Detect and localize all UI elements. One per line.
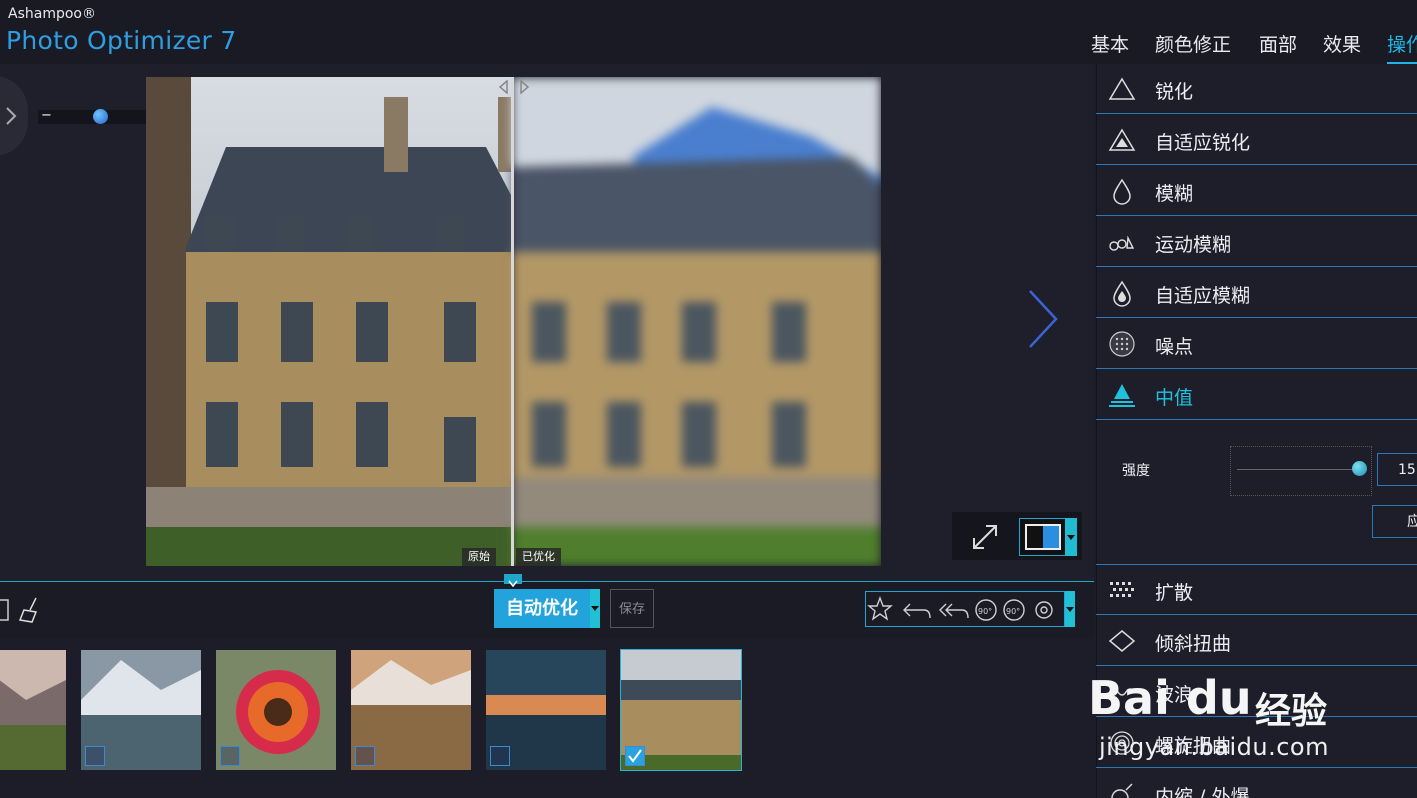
- tab-color-correction[interactable]: 颜色修正: [1155, 30, 1231, 62]
- apply-button[interactable]: 应: [1372, 505, 1417, 538]
- thumbnail[interactable]: [351, 650, 471, 770]
- thumbnail-checkbox[interactable]: [85, 746, 105, 766]
- original-photo: [146, 77, 512, 566]
- strength-slider[interactable]: [1237, 469, 1360, 470]
- op-noise[interactable]: 噪点: [1096, 319, 1417, 369]
- dropdown-arrow-icon: [1066, 607, 1074, 612]
- optimized-photo: [512, 77, 881, 566]
- fullscreen-icon[interactable]: [968, 520, 1002, 554]
- strength-label: 强度: [1122, 463, 1150, 479]
- watermark-url: jingyan.baidu.com: [1099, 733, 1329, 761]
- op-label: 锐化: [1155, 81, 1194, 103]
- strength-slider-knob[interactable]: [1352, 461, 1367, 476]
- edit-tools-group: 90° 90°: [865, 591, 1065, 627]
- op-label: 扩散: [1155, 582, 1194, 604]
- op-adaptive-blur[interactable]: 自适应模糊: [1096, 268, 1417, 318]
- op-implode[interactable]: 内缩 / 外爆: [1096, 769, 1417, 798]
- watermark-logo: Bai du: [1088, 671, 1252, 725]
- checkmark-icon: [628, 749, 642, 763]
- zoom-out-button[interactable]: −: [41, 108, 52, 123]
- op-label: 模糊: [1155, 183, 1194, 205]
- op-diffuse[interactable]: 扩散: [1096, 565, 1417, 615]
- op-motion-blur[interactable]: 运动模糊: [1096, 217, 1417, 267]
- dropdown-arrow-icon: [1067, 535, 1075, 540]
- select-all-icon[interactable]: [0, 598, 12, 622]
- save-button[interactable]: 保存: [610, 589, 654, 628]
- collapse-toggle[interactable]: [504, 574, 522, 588]
- divider-arrows-icon[interactable]: [497, 80, 531, 94]
- dropdown-arrow-icon: [591, 606, 599, 611]
- drop-filled-icon: [1113, 280, 1131, 307]
- auto-optimize-button[interactable]: 自动优化: [494, 589, 590, 628]
- chevron-right-icon: [6, 107, 17, 125]
- compare-divider-handle[interactable]: [511, 77, 514, 566]
- thumbnail[interactable]: [0, 650, 66, 770]
- brand-vendor: Ashampoo®: [8, 6, 96, 22]
- op-label: 倾斜扭曲: [1155, 633, 1232, 655]
- thumbnail[interactable]: [216, 650, 336, 770]
- tab-basic[interactable]: 基本: [1091, 30, 1129, 62]
- triangle-filled-icon: [1108, 128, 1136, 151]
- op-label: 自适应锐化: [1155, 132, 1251, 154]
- svg-text:90°: 90°: [1006, 607, 1020, 616]
- thumbnail-checkbox[interactable]: [490, 746, 510, 766]
- zoom-slider-knob[interactable]: [93, 109, 108, 124]
- clean-broom-icon[interactable]: [18, 596, 46, 624]
- op-shear[interactable]: 倾斜扭曲: [1096, 616, 1417, 666]
- svg-text:90°: 90°: [978, 607, 992, 616]
- noise-icon: [1109, 331, 1135, 357]
- op-label: 内缩 / 外爆: [1155, 786, 1250, 798]
- view-mode-dropdown[interactable]: [1065, 518, 1077, 556]
- label-optimized: 已优化: [516, 548, 561, 566]
- tab-operations[interactable]: 操作: [1387, 30, 1417, 65]
- thumbnail-selected[interactable]: [620, 649, 742, 771]
- thumbnail-checkbox[interactable]: [355, 746, 375, 766]
- watermark-cn: 经验: [1255, 691, 1328, 732]
- auto-optimize-dropdown[interactable]: [590, 589, 600, 628]
- tab-effects[interactable]: 效果: [1323, 30, 1361, 62]
- op-sharpen[interactable]: 锐化: [1096, 64, 1417, 114]
- split-view-icon: [1025, 524, 1061, 550]
- op-blur[interactable]: 模糊: [1096, 166, 1417, 216]
- triangle-outline-icon: [1108, 77, 1136, 100]
- diamond-icon: [1108, 630, 1136, 652]
- strength-value-input[interactable]: 15: [1377, 453, 1417, 486]
- op-label: 运动模糊: [1155, 234, 1232, 256]
- op-median[interactable]: 中值: [1096, 370, 1417, 420]
- diffuse-icon: [1110, 582, 1134, 597]
- split-view-button[interactable]: [1019, 518, 1067, 556]
- tools-dropdown[interactable]: [1065, 591, 1075, 627]
- op-label: 自适应模糊: [1155, 285, 1251, 307]
- thumbnail-checkbox[interactable]: [220, 746, 240, 766]
- next-image-icon[interactable]: [1026, 287, 1062, 351]
- label-original: 原始: [462, 548, 496, 566]
- thumbnail[interactable]: [486, 650, 606, 770]
- implode-icon: [1111, 783, 1133, 798]
- drop-outline-icon: [1113, 178, 1131, 205]
- thumbnail-checkbox-checked[interactable]: [625, 746, 645, 766]
- thumbnail-image: [0, 650, 66, 770]
- chevron-down-icon: [508, 580, 518, 588]
- app-title: Photo Optimizer 7: [6, 26, 237, 55]
- op-adaptive-sharpen[interactable]: 自适应锐化: [1096, 115, 1417, 165]
- strength-slider-focus: [1230, 446, 1372, 496]
- tools-icons: 90° 90°: [867, 596, 1053, 621]
- median-icon: [1109, 384, 1135, 407]
- tab-face[interactable]: 面部: [1259, 30, 1297, 62]
- motion-blur-icon: [1109, 235, 1135, 251]
- thumbnail[interactable]: [81, 650, 201, 770]
- op-label: 噪点: [1155, 336, 1194, 358]
- op-label: 中值: [1155, 387, 1194, 409]
